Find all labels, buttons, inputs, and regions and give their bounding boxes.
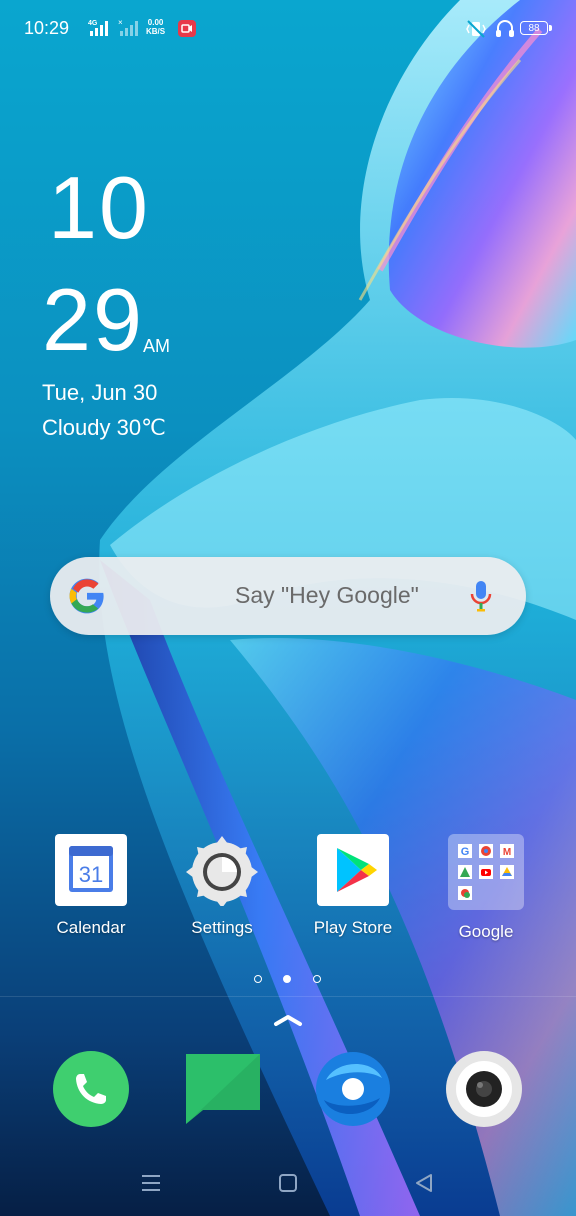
app-settings[interactable]: Settings <box>167 834 277 938</box>
clock-hour: 10 <box>48 158 150 257</box>
battery-icon: 88 <box>520 21 548 35</box>
headset-icon <box>496 20 514 37</box>
status-bar: 10:29 4G × 0.00 KB/S 88 <box>0 0 576 58</box>
app-drawer-chevron-icon[interactable] <box>272 1012 304 1028</box>
home-screen: 10:29 4G × 0.00 KB/S 88 10 29 AM Tue, Ju… <box>0 0 576 1216</box>
google-g-icon <box>69 578 104 614</box>
messages-icon <box>186 1054 260 1124</box>
dock-browser[interactable] <box>314 1050 392 1128</box>
search-hint: Say "Hey Google" <box>235 582 419 608</box>
signal-sim2-icon: × <box>118 18 138 36</box>
app-calendar[interactable]: 31 Calendar <box>36 834 146 938</box>
app-play-store[interactable]: Play Store <box>298 834 408 938</box>
browser-icon <box>316 1052 390 1126</box>
network-speed: 0.00 KB/S <box>146 18 165 36</box>
network-speed-value: 0.00 <box>147 18 164 27</box>
dock-camera[interactable] <box>445 1050 523 1128</box>
dock-phone[interactable] <box>52 1050 130 1128</box>
svg-text:×: × <box>118 18 123 27</box>
google-folder-icon: G M <box>448 834 524 910</box>
clock-ampm: AM <box>143 336 170 356</box>
calendar-day-number: 31 <box>79 862 103 887</box>
play-store-icon <box>317 834 389 906</box>
signal-icon: 4G <box>88 20 108 36</box>
page-dot-3[interactable] <box>313 975 321 983</box>
page-dot-2-active[interactable] <box>283 975 291 983</box>
svg-text:M: M <box>503 847 511 858</box>
google-search-bar[interactable]: Say "Hey Google" <box>50 557 526 635</box>
page-dot-1[interactable] <box>254 975 262 983</box>
vibrate-icon <box>466 20 486 38</box>
navigation-bar <box>0 1160 576 1216</box>
home-icon[interactable] <box>277 1172 299 1194</box>
mic-icon[interactable] <box>468 579 494 615</box>
dock-messages[interactable] <box>183 1050 261 1128</box>
svg-text:G: G <box>461 846 470 858</box>
camera-icon <box>446 1051 522 1127</box>
app-label: Google <box>458 922 514 941</box>
menu-icon[interactable] <box>140 1172 162 1194</box>
clock-minute: 29 <box>42 270 144 369</box>
screen-record-icon <box>178 20 196 37</box>
app-label: Play Store <box>313 918 393 937</box>
app-label: Calendar <box>56 918 126 937</box>
status-time: 10:29 <box>24 18 70 38</box>
app-label: Settings <box>191 918 253 937</box>
app-google-folder[interactable]: G M Google <box>431 834 541 942</box>
dock-divider <box>0 996 576 997</box>
settings-gear-icon <box>186 834 258 908</box>
date-text: Tue, Jun 30 <box>42 380 158 405</box>
svg-text:4G: 4G <box>88 20 98 27</box>
network-speed-unit: KB/S <box>146 27 166 36</box>
calendar-icon: 31 <box>55 834 127 906</box>
phone-icon <box>53 1051 129 1127</box>
page-indicator <box>250 972 330 988</box>
weather-text[interactable]: Cloudy 30℃ <box>42 415 166 441</box>
battery-tip <box>549 25 552 31</box>
back-icon[interactable] <box>413 1172 435 1194</box>
